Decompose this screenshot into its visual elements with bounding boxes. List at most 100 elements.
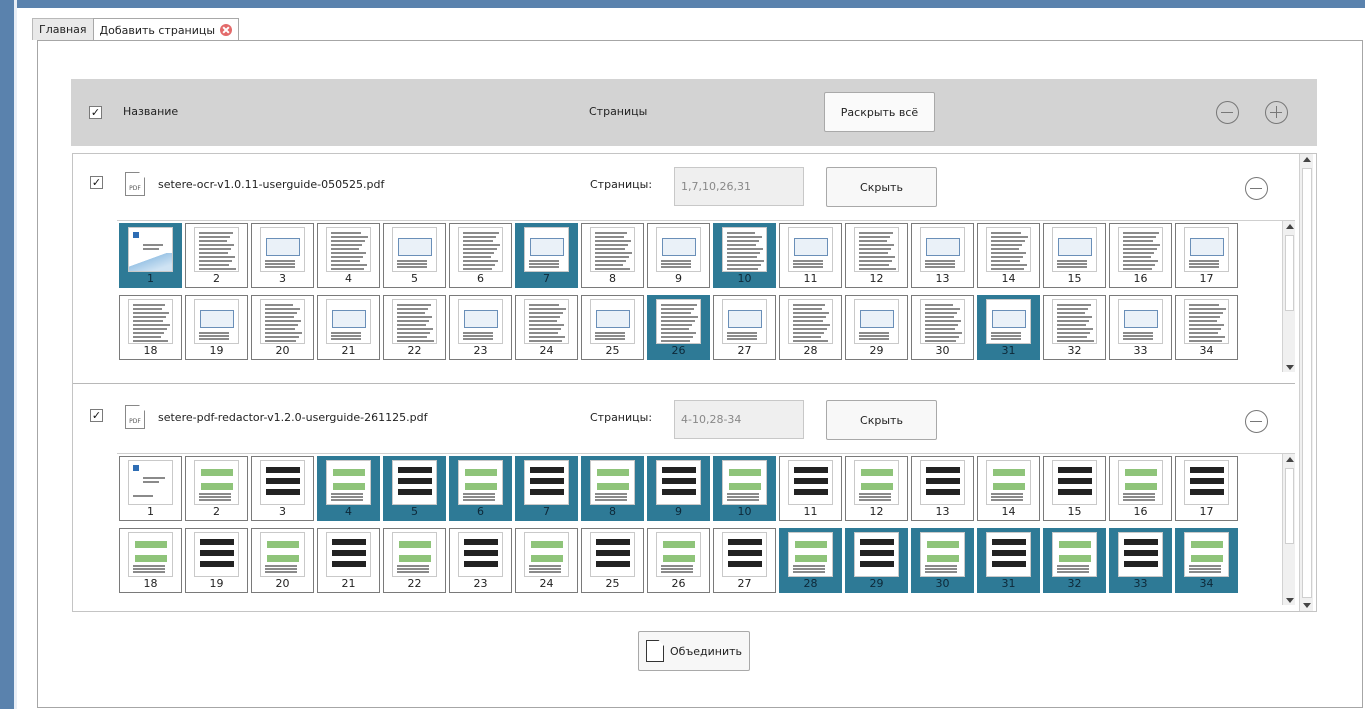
page-thumbnail[interactable]: 24 bbox=[515, 295, 578, 360]
tab-home[interactable]: Главная bbox=[32, 18, 94, 40]
page-thumbnail[interactable]: 30 bbox=[911, 295, 974, 360]
page-thumbnail[interactable]: 15 bbox=[1043, 223, 1106, 288]
remove-file-icon[interactable] bbox=[1245, 410, 1268, 433]
page-thumbnail[interactable]: 27 bbox=[713, 528, 776, 593]
page-thumbnail[interactable]: 25 bbox=[581, 528, 644, 593]
page-thumbnail[interactable]: 10 bbox=[713, 223, 776, 288]
page-thumbnail[interactable]: 18 bbox=[119, 295, 182, 360]
page-thumbnail[interactable]: 31 bbox=[977, 528, 1040, 593]
page-thumbnail[interactable]: 20 bbox=[251, 295, 314, 360]
page-thumbnail[interactable]: 26 bbox=[647, 295, 710, 360]
file-checkbox[interactable]: ✓ bbox=[90, 176, 103, 189]
page-thumbnail[interactable]: 6 bbox=[449, 456, 512, 521]
page-thumbnail[interactable]: 3 bbox=[251, 456, 314, 521]
page-thumbnail[interactable]: 3 bbox=[251, 223, 314, 288]
page-thumbnail[interactable]: 4 bbox=[317, 223, 380, 288]
page-number: 2 bbox=[213, 272, 220, 285]
page-thumbnail[interactable]: 2 bbox=[185, 456, 248, 521]
page-thumbnail[interactable]: 7 bbox=[515, 456, 578, 521]
thumbnails-scrollbar[interactable] bbox=[1282, 454, 1295, 605]
page-thumbnail[interactable]: 34 bbox=[1175, 295, 1238, 360]
page-number: 10 bbox=[737, 272, 752, 285]
page-thumbnail[interactable]: 19 bbox=[185, 295, 248, 360]
page-thumbnail[interactable]: 19 bbox=[185, 528, 248, 593]
file-list-scrollbar[interactable] bbox=[1299, 154, 1313, 611]
tab-add-pages[interactable]: Добавить страницы bbox=[92, 18, 240, 41]
select-all-checkbox[interactable]: ✓ bbox=[89, 106, 102, 119]
page-thumbnail[interactable]: 28 bbox=[779, 528, 842, 593]
thumbnails-scrollbar[interactable] bbox=[1282, 221, 1295, 372]
page-thumbnail[interactable]: 13 bbox=[911, 223, 974, 288]
page-thumbnail[interactable]: 5 bbox=[383, 456, 446, 521]
page-number: 8 bbox=[609, 505, 616, 518]
name-column-header: Название bbox=[123, 105, 179, 118]
page-thumbnail[interactable]: 1 bbox=[119, 456, 182, 521]
page-thumbnail[interactable]: 25 bbox=[581, 295, 644, 360]
page-thumbnail[interactable]: 20 bbox=[251, 528, 314, 593]
page-thumbnail[interactable]: 31 bbox=[977, 295, 1040, 360]
pages-range-input[interactable]: 1,7,10,26,31 bbox=[674, 167, 804, 206]
page-number: 3 bbox=[279, 505, 286, 518]
page-thumbnail[interactable]: 15 bbox=[1043, 456, 1106, 521]
page-number: 30 bbox=[935, 577, 950, 590]
close-tab-icon[interactable] bbox=[220, 24, 233, 36]
page-thumbnail[interactable]: 11 bbox=[779, 223, 842, 288]
hide-pages-button[interactable]: Скрыть bbox=[826, 167, 937, 207]
page-thumbnail[interactable]: 9 bbox=[647, 456, 710, 521]
page-thumbnail[interactable]: 24 bbox=[515, 528, 578, 593]
page-thumbnail[interactable]: 10 bbox=[713, 456, 776, 521]
file-name: setere-ocr-v1.0.11-userguide-050525.pdf bbox=[158, 178, 385, 191]
page-number: 17 bbox=[1199, 505, 1214, 518]
merge-button[interactable]: Объединить bbox=[638, 631, 750, 671]
header-row: ✓ Название Страницы Раскрыть всё bbox=[71, 79, 1317, 146]
pages-range-input[interactable]: 4-10,28-34 bbox=[674, 400, 804, 439]
page-thumbnail[interactable]: 2 bbox=[185, 223, 248, 288]
page-thumbnail[interactable]: 27 bbox=[713, 295, 776, 360]
page-thumbnail[interactable]: 29 bbox=[845, 295, 908, 360]
page-thumbnail[interactable]: 9 bbox=[647, 223, 710, 288]
page-thumbnail[interactable]: 16 bbox=[1109, 456, 1172, 521]
page-thumbnail[interactable]: 26 bbox=[647, 528, 710, 593]
page-thumbnail[interactable]: 23 bbox=[449, 528, 512, 593]
page-thumbnail[interactable]: 34 bbox=[1175, 528, 1238, 593]
page-thumbnail[interactable]: 22 bbox=[383, 295, 446, 360]
page-thumbnail[interactable]: 12 bbox=[845, 223, 908, 288]
page-thumbnail[interactable]: 29 bbox=[845, 528, 908, 593]
page-thumbnail[interactable]: 32 bbox=[1043, 295, 1106, 360]
file-checkbox[interactable]: ✓ bbox=[90, 409, 103, 422]
page-thumbnail[interactable]: 32 bbox=[1043, 528, 1106, 593]
page-number: 20 bbox=[275, 577, 290, 590]
page-thumbnail[interactable]: 14 bbox=[977, 223, 1040, 288]
page-thumbnail[interactable]: 30 bbox=[911, 528, 974, 593]
page-thumbnail[interactable]: 33 bbox=[1109, 295, 1172, 360]
page-thumbnail[interactable]: 6 bbox=[449, 223, 512, 288]
collapse-all-icon[interactable] bbox=[1216, 101, 1239, 124]
page-thumbnail[interactable]: 13 bbox=[911, 456, 974, 521]
page-thumbnail[interactable]: 33 bbox=[1109, 528, 1172, 593]
add-file-icon[interactable] bbox=[1265, 101, 1288, 124]
page-thumbnail[interactable]: 7 bbox=[515, 223, 578, 288]
page-thumbnail[interactable]: 16 bbox=[1109, 223, 1172, 288]
page-thumbnail[interactable]: 12 bbox=[845, 456, 908, 521]
hide-pages-button[interactable]: Скрыть bbox=[826, 400, 937, 440]
page-thumbnail[interactable]: 8 bbox=[581, 456, 644, 521]
page-thumbnail[interactable]: 21 bbox=[317, 295, 380, 360]
page-thumbnail[interactable]: 28 bbox=[779, 295, 842, 360]
page-thumbnail[interactable]: 14 bbox=[977, 456, 1040, 521]
page-thumbnail[interactable]: 17 bbox=[1175, 456, 1238, 521]
page-thumbnails: 1 2 3 4 5 6 7 8 9 10 11 12 13 14 15 16 17 18 19 20 21 22 23 24 2… bbox=[117, 453, 1295, 605]
page-thumbnail[interactable]: 1 bbox=[119, 223, 182, 288]
page-thumbnail[interactable]: 5 bbox=[383, 223, 446, 288]
page-thumbnail[interactable]: 18 bbox=[119, 528, 182, 593]
remove-file-icon[interactable] bbox=[1245, 177, 1268, 200]
page-thumbnail[interactable]: 22 bbox=[383, 528, 446, 593]
page-number: 3 bbox=[279, 272, 286, 285]
page-thumbnail[interactable]: 4 bbox=[317, 456, 380, 521]
page-thumbnail[interactable]: 11 bbox=[779, 456, 842, 521]
page-thumbnail[interactable]: 23 bbox=[449, 295, 512, 360]
page-thumbnail[interactable]: 21 bbox=[317, 528, 380, 593]
page-thumbnail[interactable]: 8 bbox=[581, 223, 644, 288]
page-thumbnail[interactable]: 17 bbox=[1175, 223, 1238, 288]
page-number: 32 bbox=[1067, 577, 1082, 590]
expand-all-button[interactable]: Раскрыть всё bbox=[824, 92, 935, 132]
